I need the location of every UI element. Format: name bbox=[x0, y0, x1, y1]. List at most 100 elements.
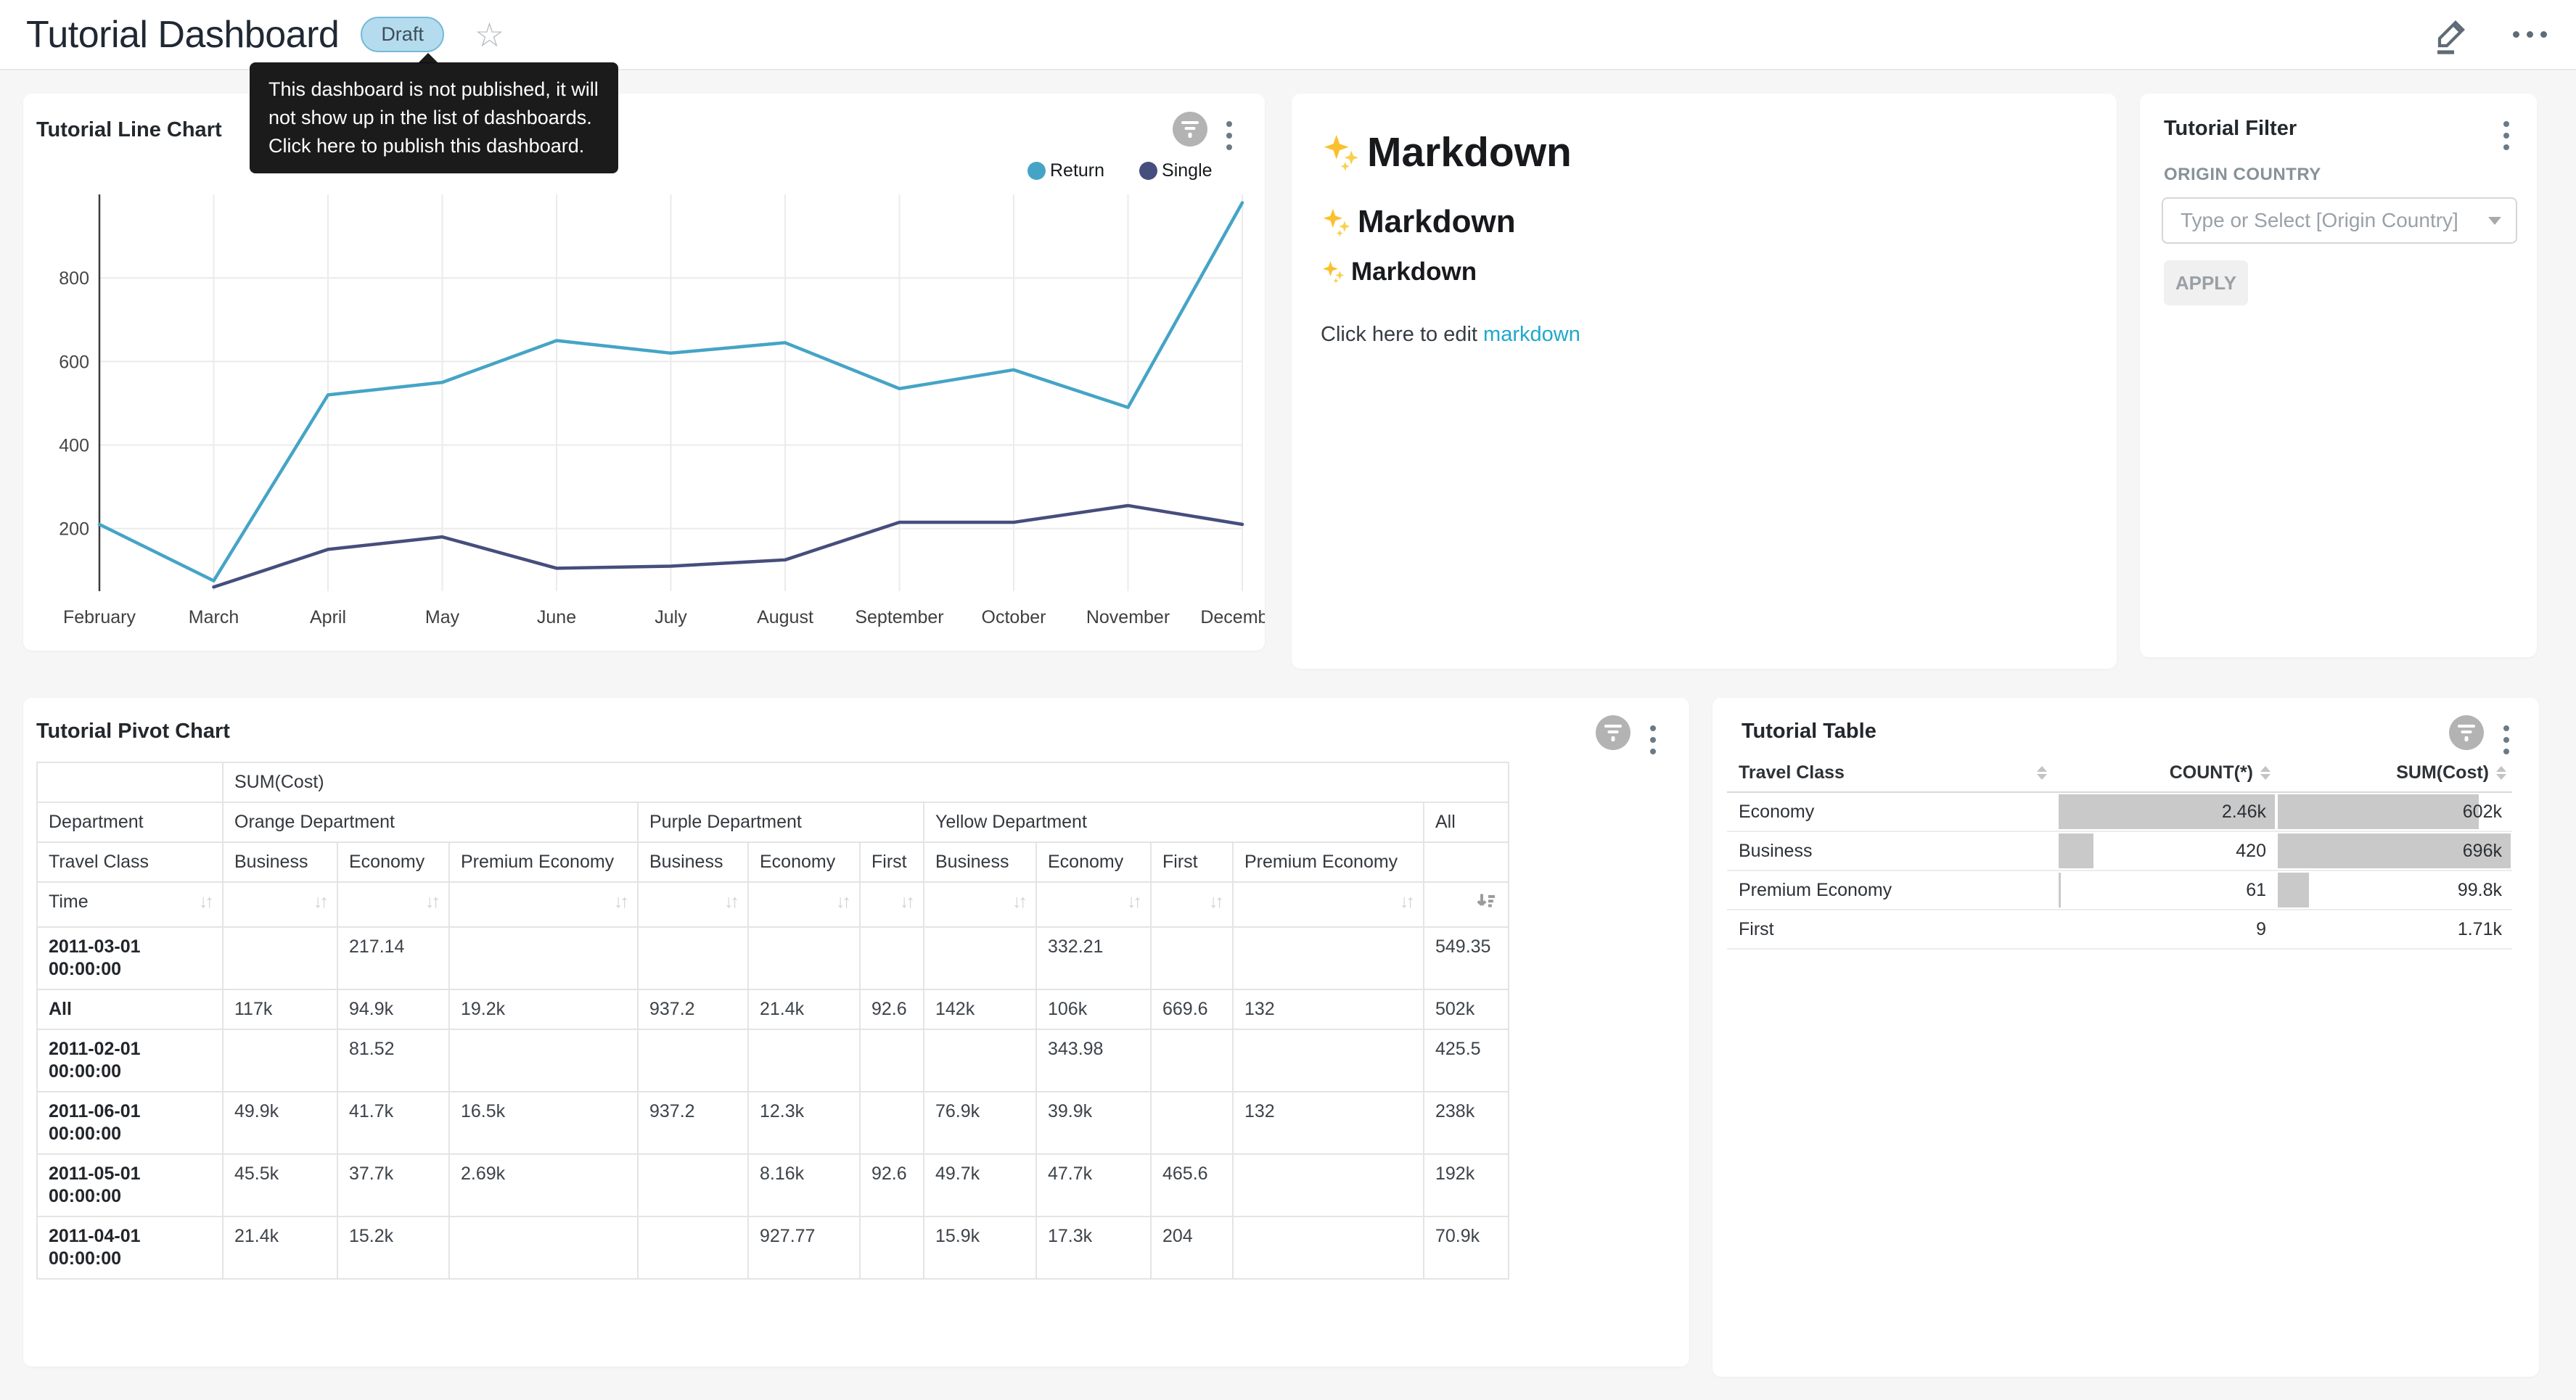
filter-kebab-menu-icon[interactable] bbox=[2499, 117, 2514, 155]
pivot-department-row: Department Orange Department Purple Depa… bbox=[37, 802, 1509, 842]
pivot-class-col: Economy bbox=[1036, 842, 1151, 882]
sort-icon[interactable]: ↓↑ bbox=[614, 891, 626, 913]
pivot-sort-cell: ↓↑ bbox=[337, 882, 449, 927]
pivot-data-row: 2011-05-01 00:00:0045.5k37.7k2.69k8.16k9… bbox=[37, 1154, 1509, 1216]
pivot-chart-card: Tutorial Pivot Chart SUM(Cost) Departmen… bbox=[23, 698, 1689, 1367]
table-header-row: Travel Class COUNT(*) SUM(Cost) bbox=[1727, 754, 2512, 793]
svg-text:July: July bbox=[655, 607, 687, 627]
edit-dashboard-icon[interactable] bbox=[2433, 15, 2471, 55]
pivot-cell: 94.9k bbox=[337, 989, 449, 1029]
pivot-group-yellow: Yellow Department bbox=[924, 802, 1424, 842]
pivot-group-all: All bbox=[1424, 802, 1509, 842]
pivot-cell: 238k bbox=[1424, 1092, 1509, 1154]
filter-title: Tutorial Filter bbox=[2164, 117, 2297, 141]
pivot-dept-row-label: Department bbox=[37, 802, 223, 842]
pivot-data-row: 2011-03-01 00:00:00217.14332.21549.35 bbox=[37, 927, 1509, 989]
sum-bar bbox=[2278, 794, 2479, 829]
sort-icon[interactable]: ↓↑ bbox=[1400, 891, 1412, 913]
apply-button[interactable]: APPLY bbox=[2164, 260, 2248, 305]
svg-text:May: May bbox=[425, 607, 460, 627]
pivot-cell: 70.9k bbox=[1424, 1216, 1509, 1279]
pivot-class-col: First bbox=[860, 842, 924, 882]
pivot-cell: 19.2k bbox=[449, 989, 638, 1029]
pivot-class-col: Business bbox=[223, 842, 337, 882]
col-header-sum-cost[interactable]: SUM(Cost) bbox=[2276, 762, 2512, 783]
sort-icon[interactable]: ↓↑ bbox=[836, 891, 848, 913]
sort-icon[interactable]: ↓↑ bbox=[199, 891, 211, 913]
sparkles-icon bbox=[1321, 131, 1363, 173]
pivot-data-row: 2011-04-01 00:00:0021.4k15.2k927.7715.9k… bbox=[37, 1216, 1509, 1279]
pivot-cell: 45.5k bbox=[223, 1154, 337, 1216]
pivot-sort-cell: ↓↑ bbox=[1233, 882, 1424, 927]
markdown-h2-text: Markdown bbox=[1358, 204, 1516, 240]
svg-text:August: August bbox=[757, 607, 813, 627]
cell-count: 420 bbox=[2057, 832, 2276, 870]
table-row: First91.71k bbox=[1727, 910, 2512, 950]
sort-icon[interactable]: ↓↑ bbox=[313, 891, 326, 913]
origin-country-select[interactable]: Type or Select [Origin Country] bbox=[2162, 197, 2517, 244]
pivot-class-col: Business bbox=[924, 842, 1036, 882]
col-header-count[interactable]: COUNT(*) bbox=[2057, 762, 2276, 783]
applied-filters-icon[interactable] bbox=[2449, 715, 2484, 750]
markdown-paragraph-text: Click here to edit bbox=[1321, 323, 1483, 346]
pivot-cell bbox=[1233, 927, 1424, 989]
svg-text:200: 200 bbox=[59, 519, 89, 540]
pivot-group-orange: Orange Department bbox=[223, 802, 638, 842]
pivot-cell bbox=[1151, 1092, 1233, 1154]
count-bar bbox=[2059, 873, 2061, 907]
table-card: Tutorial Table Travel Class COUNT(*) SUM… bbox=[1712, 698, 2539, 1377]
sort-icon[interactable]: ↓↑ bbox=[1012, 891, 1025, 913]
pivot-cell bbox=[223, 1029, 337, 1092]
pivot-sort-cell bbox=[1424, 882, 1509, 927]
markdown-edit-link[interactable]: markdown bbox=[1483, 323, 1580, 346]
favorite-star-icon[interactable]: ☆ bbox=[475, 18, 504, 52]
pivot-cell bbox=[860, 927, 924, 989]
markdown-card[interactable]: Markdown Markdown Markdown Click here to… bbox=[1292, 94, 2117, 669]
pivot-cell bbox=[860, 1029, 924, 1092]
pivot-sort-cell: ↓↑ bbox=[1036, 882, 1151, 927]
pivot-kebab-menu-icon[interactable] bbox=[1646, 721, 1660, 759]
pivot-cell: 937.2 bbox=[638, 1092, 748, 1154]
applied-filters-icon[interactable] bbox=[1596, 715, 1630, 750]
svg-text:October: October bbox=[982, 607, 1046, 627]
pivot-cell bbox=[638, 1029, 748, 1092]
pivot-cell: 17.3k bbox=[1036, 1216, 1151, 1279]
pivot-cell: 21.4k bbox=[223, 1216, 337, 1279]
pivot-class-col: Economy bbox=[748, 842, 860, 882]
draft-status-badge[interactable]: Draft bbox=[361, 17, 444, 52]
pivot-cell bbox=[223, 927, 337, 989]
pivot-cell: 49.9k bbox=[223, 1092, 337, 1154]
pivot-cell bbox=[1151, 927, 1233, 989]
table-row: Premium Economy6199.8k bbox=[1727, 871, 2512, 910]
col-header-travel-class[interactable]: Travel Class bbox=[1727, 762, 2057, 783]
sort-icon[interactable]: ↓↑ bbox=[1209, 891, 1221, 913]
cell-travel-class: Economy bbox=[1727, 793, 2057, 831]
sparkles-icon bbox=[1321, 259, 1347, 285]
cell-count: 2.46k bbox=[2057, 793, 2276, 831]
pivot-sort-cell: ↓↑ bbox=[860, 882, 924, 927]
pivot-cell: 49.7k bbox=[924, 1154, 1036, 1216]
sort-icon[interactable]: ↓↑ bbox=[900, 891, 912, 913]
sort-icon[interactable]: ↓↑ bbox=[1127, 891, 1139, 913]
markdown-paragraph: Click here to edit markdown bbox=[1321, 323, 1580, 347]
sum-bar bbox=[2278, 873, 2309, 907]
pivot-cell: 117k bbox=[223, 989, 337, 1029]
sort-icon[interactable]: ↓↑ bbox=[724, 891, 737, 913]
pivot-cell: 8.16k bbox=[748, 1154, 860, 1216]
pivot-cell: 937.2 bbox=[638, 989, 748, 1029]
chevron-down-icon bbox=[2488, 217, 2501, 225]
svg-text:December: December bbox=[1200, 607, 1265, 627]
pivot-cell: 12.3k bbox=[748, 1092, 860, 1154]
pivot-cell: 425.5 bbox=[1424, 1029, 1509, 1092]
sort-icon[interactable]: ↓↑ bbox=[425, 891, 438, 913]
sort-descending-icon[interactable] bbox=[1475, 891, 1497, 918]
svg-text:April: April bbox=[310, 607, 346, 627]
pivot-class-col: Premium Economy bbox=[449, 842, 638, 882]
pivot-time-label-cell: Time ↓↑ bbox=[37, 882, 223, 927]
svg-text:June: June bbox=[537, 607, 576, 627]
more-options-icon[interactable] bbox=[2513, 31, 2547, 38]
pivot-table: SUM(Cost) Department Orange Department P… bbox=[36, 762, 1509, 1280]
pivot-cell: 76.9k bbox=[924, 1092, 1036, 1154]
pivot-sort-cell: ↓↑ bbox=[449, 882, 638, 927]
pivot-data-row: 2011-02-01 00:00:0081.52343.98425.5 bbox=[37, 1029, 1509, 1092]
